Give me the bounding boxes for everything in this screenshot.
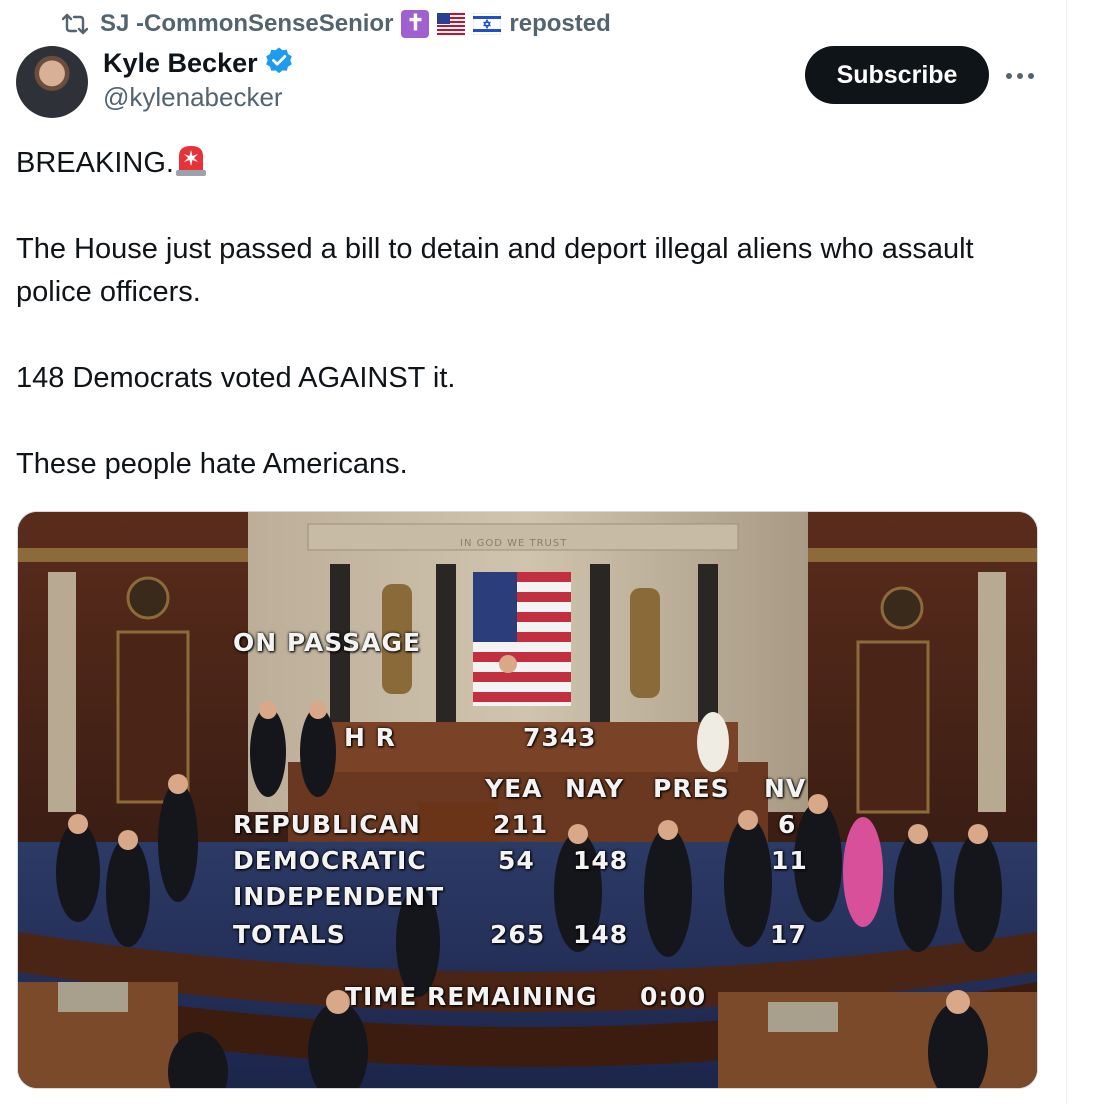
author-display-name[interactable]: Kyle Becker — [103, 48, 258, 79]
row-party-democratic: DEMOCRATIC — [233, 846, 427, 875]
tweet-line-house-bill: The House just passed a bill to detain a… — [16, 233, 974, 308]
tweet-line-democrats: 148 Democrats voted AGAINST it. — [16, 362, 456, 394]
tweet-line-breaking: BREAKING. — [16, 147, 174, 179]
more-icon[interactable] — [1000, 56, 1040, 96]
cross-emoji-icon: ✝ — [401, 10, 430, 38]
header-nv: NV — [764, 774, 807, 803]
bill-prefix: H R — [344, 723, 396, 752]
author-handle[interactable]: @kylenabecker — [103, 82, 283, 113]
row-party-independent: INDEPENDENT — [233, 882, 445, 911]
author-name-row[interactable]: Kyle Becker — [103, 46, 294, 81]
repost-context[interactable]: SJ -CommonSenseSenior ✝ reposted — [62, 8, 611, 40]
tweet-line-hate: These people hate Americans. — [16, 448, 408, 480]
header-yea: YEA — [485, 774, 543, 803]
avatar[interactable] — [16, 46, 88, 118]
verified-badge-icon — [264, 46, 294, 81]
siren-emoji-icon — [174, 142, 208, 178]
row-yea-democratic: 54 — [498, 846, 535, 875]
row-party-totals: TOTALS — [233, 920, 346, 949]
row-nv-totals: 17 — [770, 920, 807, 949]
repost-action: reposted — [509, 10, 611, 37]
bill-number: 7343 — [523, 723, 597, 752]
tweet-text: BREAKING. The House just passed a bill t… — [16, 142, 1046, 486]
motto-engraving: IN GOD WE TRUST — [460, 538, 568, 549]
vote-title: ON PASSAGE — [233, 628, 422, 657]
row-nay-democratic: 148 — [573, 846, 629, 875]
header-nay: NAY — [565, 774, 624, 803]
row-nv-democratic: 11 — [771, 846, 808, 875]
tweet-media-image[interactable]: ON PASSAGE H R 7343 YEA NAY PRES NV REPU… — [17, 511, 1038, 1089]
us-flag-icon — [437, 13, 466, 35]
row-party-republican: REPUBLICAN — [233, 810, 421, 839]
reposter-name[interactable]: SJ -CommonSenseSenior — [100, 10, 393, 38]
israel-flag-icon — [472, 12, 502, 36]
row-nay-totals: 148 — [573, 920, 629, 949]
timeline-border — [1066, 0, 1067, 1104]
time-remaining-value: 0:00 — [640, 982, 707, 1011]
subscribe-button[interactable]: Subscribe — [805, 46, 989, 104]
row-yea-republican: 211 — [493, 810, 549, 839]
header-pres: PRES — [653, 774, 730, 803]
row-yea-totals: 265 — [490, 920, 546, 949]
time-remaining-label: TIME REMAINING — [345, 982, 598, 1011]
row-nv-republican: 6 — [778, 810, 797, 839]
repost-icon — [62, 9, 92, 39]
